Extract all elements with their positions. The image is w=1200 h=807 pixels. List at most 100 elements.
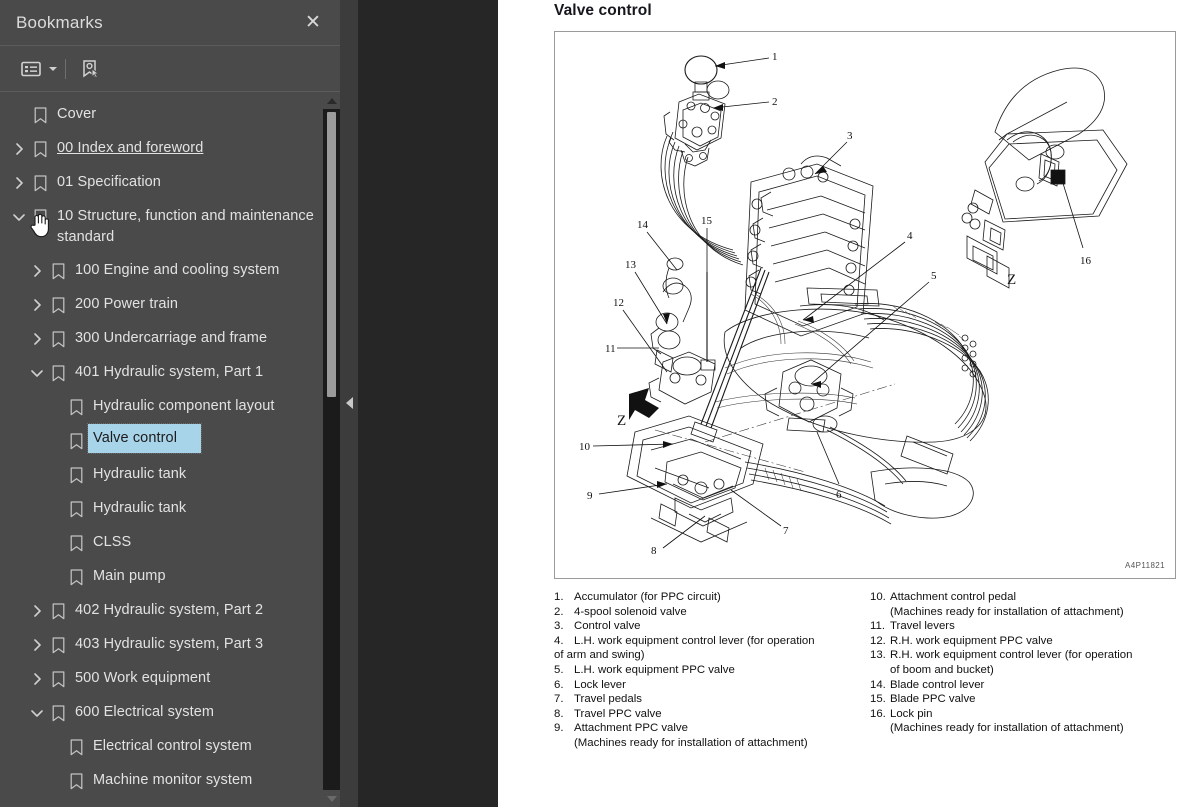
chevron-right-icon[interactable]	[10, 132, 28, 166]
bookmark-item-200-power-train[interactable]: 200 Power train	[0, 288, 323, 322]
bookmarks-tree[interactable]: Cover 00 Index and foreword 01 Specificati…	[0, 92, 323, 807]
scroll-up-arrow-icon[interactable]	[323, 92, 340, 109]
legend-number: 15.	[870, 693, 886, 706]
bookmark-icon	[28, 132, 52, 166]
bookmark-label: 100 Engine and cooling system	[75, 262, 280, 278]
legend-item: 9. Attachment PPC valve (Machines ready fo…	[554, 721, 857, 750]
legend-number: 16.	[870, 707, 886, 720]
chevron-down-icon[interactable]	[10, 200, 28, 234]
bookmark-item-electrical-control-system[interactable]: Electrical control system	[0, 730, 323, 764]
legend-text: L.H. work equipment PPC valve	[574, 663, 735, 676]
bookmark-item-401-hydraulic-system-part-1[interactable]: 401 Hydraulic system, Part 1	[0, 356, 323, 390]
bookmark-icon	[64, 560, 88, 594]
bookmark-item-00-index-and-foreword[interactable]: 00 Index and foreword	[0, 132, 323, 166]
bookmark-label: Machine monitor system	[93, 772, 253, 788]
legend-text: L.H. work equipment control lever (for o…	[574, 634, 815, 647]
callout-1: 1	[772, 51, 778, 63]
bookmark-icon	[64, 730, 88, 764]
legend-text-continuation: (Machines ready for installation of atta…	[890, 605, 1124, 618]
chevron-right-icon[interactable]	[28, 662, 46, 696]
close-icon[interactable]: ✕	[300, 10, 326, 36]
detail-label-z-right: Z	[1007, 272, 1016, 288]
callout-10: 10	[579, 441, 591, 453]
bookmark-icon	[46, 628, 70, 662]
bookmark-icon	[28, 98, 52, 132]
bookmark-item-10-structure-function-and-maintenance-standard[interactable]: 10 Structure, function and maintenance s…	[0, 200, 323, 254]
callout-4: 4	[907, 230, 913, 242]
bookmark-item-300-undercarriage-and-frame[interactable]: 300 Undercarriage and frame	[0, 322, 323, 356]
bookmark-icon	[46, 322, 70, 356]
bookmark-label: Valve control	[86, 423, 203, 454]
callout-5: 5	[931, 270, 937, 282]
bookmark-label: 401 Hydraulic system, Part 1	[75, 364, 264, 380]
legend-text: Travel PPC valve	[574, 707, 662, 720]
document-viewer[interactable]: Valve control 16 Z Z 1 2 3 4 5 6 7 8 9 1…	[358, 0, 1200, 807]
callout-9: 9	[587, 490, 593, 502]
panel-splitter[interactable]	[340, 0, 358, 807]
callout-7: 7	[783, 525, 789, 537]
chevron-right-icon[interactable]	[10, 166, 28, 200]
bookmark-item-hydraulic-tank[interactable]: Hydraulic tank	[0, 492, 323, 526]
bookmarks-scrollbar[interactable]	[323, 92, 340, 807]
chevron-down-icon[interactable]	[46, 55, 60, 83]
bookmark-item-402-hydraulic-system-part-2[interactable]: 402 Hydraulic system, Part 2	[0, 594, 323, 628]
legend-item: 15. Blade PPC valve	[870, 692, 1168, 707]
technical-diagram: 16 Z Z 1 2 3 4 5 6 7 8 9 10 11 12 13 14 …	[554, 31, 1176, 579]
chevron-right-icon[interactable]	[28, 322, 46, 356]
bookmark-label: Main pump	[93, 568, 166, 584]
bookmarks-panel-header: Bookmarks ✕	[0, 0, 340, 46]
legend-item: 10. Attachment control pedal (Machines rea…	[870, 590, 1168, 619]
bookmark-item-clss[interactable]: CLSS	[0, 526, 323, 560]
chevron-right-icon[interactable]	[28, 628, 46, 662]
bookmark-icon	[46, 662, 70, 696]
bookmark-label: 10 Structure, function and maintenance s…	[57, 208, 314, 245]
legend-number: 7.	[554, 693, 564, 706]
bookmark-item-500-work-equipment[interactable]: 500 Work equipment	[0, 662, 323, 696]
legend-number: 5.	[554, 663, 564, 676]
figure-legend: 1. Accumulator (for PPC circuit) 2. 4-spool…	[554, 590, 1176, 751]
bookmark-item-01-specification[interactable]: 01 Specification	[0, 166, 323, 200]
scrollbar-thumb[interactable]	[327, 112, 336, 397]
bookmark-label: 00 Index and foreword	[57, 140, 204, 156]
bookmark-item-cover[interactable]: Cover	[0, 98, 323, 132]
chevron-down-icon[interactable]	[28, 356, 46, 390]
bookmark-item-hydraulic-tank[interactable]: Hydraulic tank	[0, 458, 323, 492]
bookmark-icon	[64, 458, 88, 492]
bookmarks-tree-container: Cover 00 Index and foreword 01 Specificati…	[0, 92, 340, 807]
bookmark-label: CLSS	[93, 534, 132, 550]
legend-item: 16. Lock pin (Machines ready for installat…	[870, 707, 1168, 736]
bookmark-label: Cover	[57, 106, 97, 122]
legend-item: 5. L.H. work equipment PPC valve	[554, 663, 857, 678]
legend-text: R.H. work equipment PPC valve	[890, 634, 1053, 647]
chevron-right-icon[interactable]	[28, 594, 46, 628]
legend-text: Accumulator (for PPC circuit)	[574, 591, 721, 603]
bookmark-item-100-engine-and-cooling-system[interactable]: 100 Engine and cooling system	[0, 254, 323, 288]
toolbar-divider	[65, 58, 66, 79]
collapse-panel-arrow-icon[interactable]	[343, 393, 355, 413]
legend-item: 7. Travel pedals	[554, 692, 857, 707]
callout-13: 13	[625, 259, 637, 271]
legend-text: 4-spool solenoid valve	[574, 605, 687, 618]
legend-item: 12. R.H. work equipment PPC valve	[870, 634, 1168, 649]
scroll-down-arrow-icon[interactable]	[323, 790, 340, 807]
legend-number: 11.	[870, 620, 885, 633]
bookmark-list-options-icon[interactable]	[16, 55, 46, 83]
bookmarks-panel: Bookmarks ✕ Cover 00 Index and foreword …	[0, 0, 340, 807]
bookmark-item-valve-control[interactable]: Valve control	[0, 423, 323, 458]
bookmark-item-hydraulic-component-layout[interactable]: Hydraulic component layout	[0, 390, 323, 424]
bookmark-item-machine-monitor-system[interactable]: Machine monitor system	[0, 764, 323, 798]
bookmark-item-403-hydraulic-system-part-3[interactable]: 403 Hydraulic system, Part 3	[0, 628, 323, 662]
legend-item: 8. Travel PPC valve	[554, 707, 857, 722]
bookmark-item-main-pump[interactable]: Main pump	[0, 560, 323, 594]
new-bookmark-icon[interactable]	[75, 55, 105, 83]
legend-number: 3.	[554, 620, 564, 633]
bookmark-label: 500 Work equipment	[75, 670, 211, 686]
legend-text: Travel levers	[890, 620, 955, 633]
chevron-right-icon[interactable]	[28, 288, 46, 322]
chevron-down-icon[interactable]	[28, 696, 46, 730]
bookmark-label: Hydraulic tank	[93, 500, 187, 516]
bookmark-item-600-electrical-system[interactable]: 600 Electrical system	[0, 696, 323, 730]
callout-16: 16	[1080, 255, 1092, 267]
legend-text: R.H. work equipment control lever (for o…	[890, 649, 1133, 662]
chevron-right-icon[interactable]	[28, 254, 46, 288]
